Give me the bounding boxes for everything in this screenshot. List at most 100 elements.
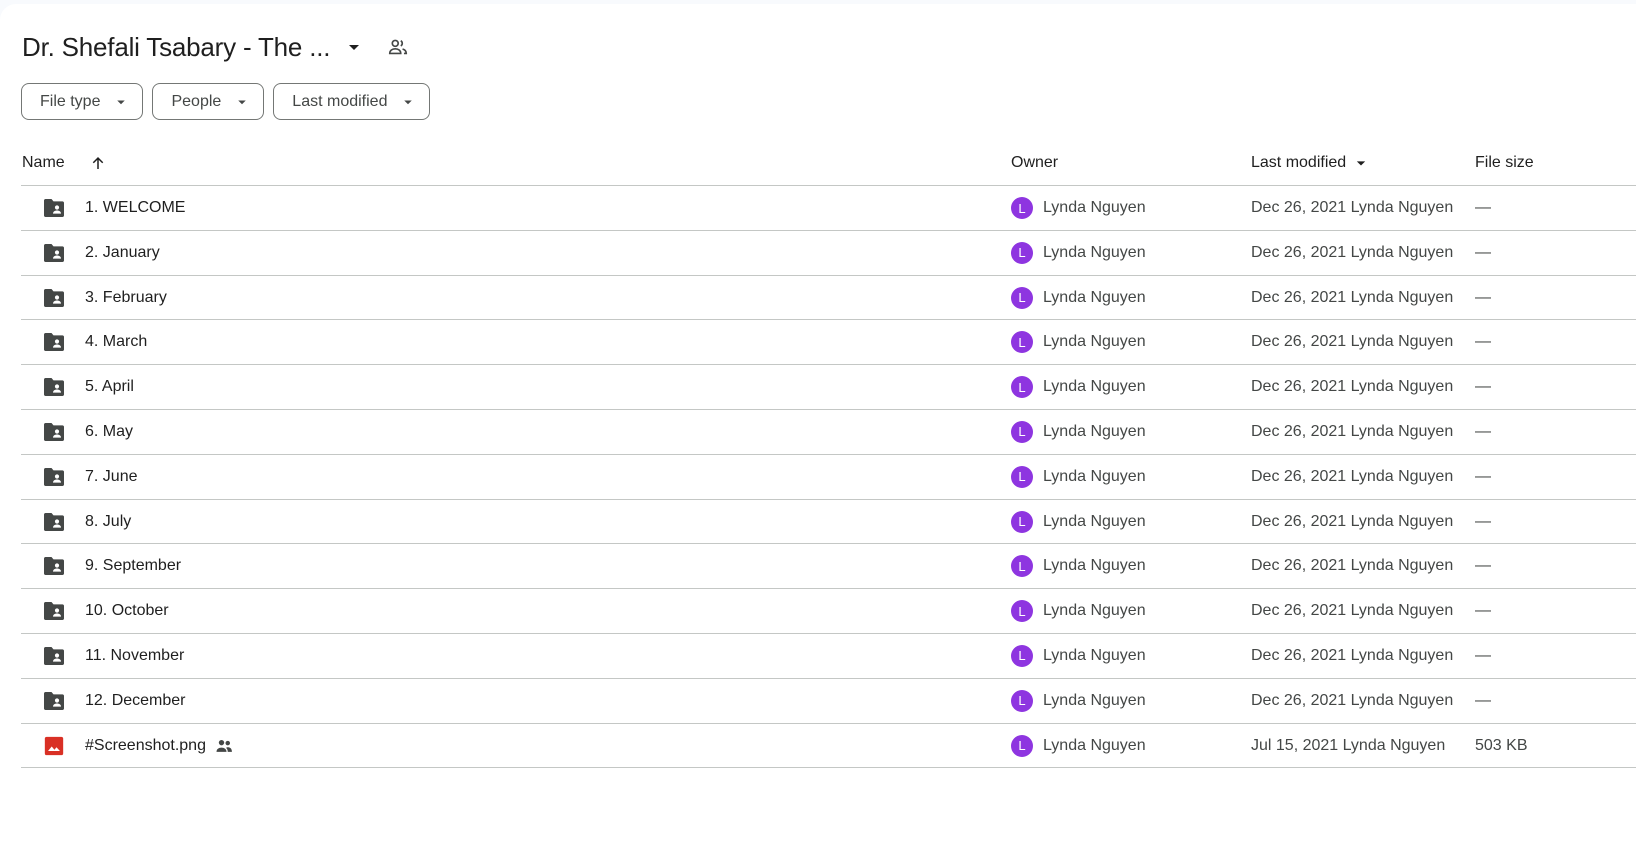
shared-folder-icon — [41, 365, 67, 409]
file-size-cell: — — [1475, 557, 1491, 575]
file-type-filter[interactable]: File type — [21, 83, 144, 120]
last-modified-cell: Dec 26, 2021 Lynda Nguyen — [1251, 467, 1454, 485]
file-name-cell: 11. November — [85, 634, 184, 678]
owner-cell: L Lynda Nguyen — [1011, 410, 1146, 454]
file-row[interactable]: 4. March L Lynda Nguyen Dec 26, 2021 Lyn… — [21, 320, 1636, 366]
file-name-cell: 3. February — [85, 276, 167, 320]
file-browser-panel: Dr. Shefali Tsabary - The ... File type … — [0, 4, 1636, 859]
file-row[interactable]: 11. November L Lynda Nguyen Dec 26, 2021… — [21, 634, 1636, 679]
owner-cell: L Lynda Nguyen — [1011, 276, 1146, 320]
shared-folder-icon — [41, 544, 67, 588]
file-name-cell: 5. April — [85, 365, 134, 409]
shared-folder-icon — [41, 589, 67, 633]
file-name-cell: 8. July — [85, 500, 131, 544]
file-row[interactable]: 3. February L Lynda Nguyen Dec 26, 2021 … — [21, 276, 1636, 321]
last-modified-filter[interactable]: Last modified — [273, 83, 431, 120]
avatar: L — [1011, 197, 1033, 219]
arrow-drop-down-icon — [399, 93, 417, 111]
avatar: L — [1011, 331, 1033, 354]
file-name: 9. September — [85, 557, 182, 575]
owner-name: Lynda Nguyen — [1043, 691, 1146, 709]
file-name: 2. January — [85, 243, 160, 261]
file-name-cell: 2. January — [85, 231, 160, 275]
owner-name: Lynda Nguyen — [1043, 288, 1146, 306]
arrow-drop-down-icon[interactable] — [342, 35, 366, 59]
owner-name: Lynda Nguyen — [1043, 646, 1146, 664]
owner-cell: L Lynda Nguyen — [1011, 679, 1146, 723]
file-name: 4. March — [85, 333, 148, 351]
arrow-drop-down-icon — [233, 93, 251, 111]
avatar: L — [1011, 510, 1033, 533]
owner-name: Lynda Nguyen — [1043, 378, 1146, 396]
owner-name: Lynda Nguyen — [1043, 243, 1146, 261]
file-size-cell: — — [1475, 691, 1491, 709]
file-size-cell: — — [1475, 288, 1491, 306]
shared-folder-icon — [41, 320, 67, 364]
last-modified-header-label: Last modified — [1251, 154, 1347, 171]
file-name-cell: 10. October — [85, 589, 169, 633]
avatar: L — [1011, 734, 1033, 757]
file-size-cell: — — [1475, 422, 1491, 440]
shared-people-icon[interactable] — [386, 35, 410, 59]
file-name-cell: 4. March — [85, 320, 147, 364]
owner-name: Lynda Nguyen — [1043, 333, 1146, 351]
owner-name: Lynda Nguyen — [1043, 467, 1146, 485]
people-filter[interactable]: People — [152, 83, 265, 120]
file-row[interactable]: 10. October L Lynda Nguyen Dec 26, 2021 … — [21, 589, 1636, 634]
file-name-cell: 6. May — [85, 410, 133, 454]
last-modified-cell: Dec 26, 2021 Lynda Nguyen — [1251, 646, 1454, 664]
file-row[interactable]: 7. June L Lynda Nguyen Dec 26, 2021 Lynd… — [21, 455, 1636, 500]
file-size-cell: — — [1475, 243, 1491, 261]
file-row[interactable]: 1. WELCOME L Lynda Nguyen Dec 26, 2021 L… — [21, 186, 1636, 231]
arrow-drop-down-icon — [112, 93, 130, 111]
avatar: L — [1011, 286, 1033, 309]
avatar: L — [1011, 241, 1033, 264]
last-modified-cell: Dec 26, 2021 Lynda Nguyen — [1251, 378, 1454, 396]
owner-cell: L Lynda Nguyen — [1011, 500, 1146, 544]
shared-folder-icon — [41, 455, 67, 499]
file-name: 7. June — [85, 467, 138, 485]
owner-cell: L Lynda Nguyen — [1011, 634, 1146, 678]
avatar: L — [1011, 689, 1033, 712]
sort-ascending-arrow-icon[interactable] — [87, 140, 109, 186]
owner-name: Lynda Nguyen — [1043, 512, 1146, 530]
shared-people-icon — [214, 736, 234, 756]
owner-cell: L Lynda Nguyen — [1011, 365, 1146, 409]
owner-cell: L Lynda Nguyen — [1011, 455, 1146, 499]
avatar: L — [1011, 555, 1033, 578]
last-modified-column-header[interactable]: Last modified — [1251, 140, 1371, 186]
file-size-cell: — — [1475, 199, 1491, 216]
file-row[interactable]: 8. July L Lynda Nguyen Dec 26, 2021 Lynd… — [21, 500, 1636, 545]
last-modified-cell: Dec 26, 2021 Lynda Nguyen — [1251, 602, 1454, 620]
file-row[interactable]: 9. September L Lynda Nguyen Dec 26, 2021… — [21, 544, 1636, 590]
file-row[interactable]: 2. January L Lynda Nguyen Dec 26, 2021 L… — [21, 231, 1636, 276]
last-modified-cell: Dec 26, 2021 Lynda Nguyen — [1251, 512, 1454, 530]
file-row[interactable]: 12. December L Lynda Nguyen Dec 26, 2021… — [21, 679, 1636, 724]
shared-folder-icon — [41, 410, 67, 454]
file-row[interactable]: 5. April L Lynda Nguyen Dec 26, 2021 Lyn… — [21, 365, 1636, 410]
owner-cell: L Lynda Nguyen — [1011, 186, 1146, 230]
owner-column-header[interactable]: Owner — [1011, 140, 1058, 186]
avatar: L — [1011, 465, 1033, 488]
avatar: L — [1011, 600, 1033, 623]
file-name-cell: 9. September — [85, 544, 181, 588]
name-column-header[interactable]: Name — [22, 140, 65, 186]
shared-folder-icon — [41, 276, 67, 320]
folder-title[interactable]: Dr. Shefali Tsabary - The ... — [22, 32, 330, 63]
owner-cell: L Lynda Nguyen — [1011, 544, 1146, 588]
file-row[interactable]: 6. May L Lynda Nguyen Dec 26, 2021 Lynda… — [21, 410, 1636, 455]
last-modified-cell: Dec 26, 2021 Lynda Nguyen — [1251, 422, 1454, 440]
filter-chips: File type People Last modified — [21, 83, 431, 120]
shared-folder-icon — [41, 634, 67, 678]
file-name: #Screenshot.png — [85, 736, 206, 754]
file-name-cell: 12. December — [85, 679, 186, 723]
last-modified-cell: Dec 26, 2021 Lynda Nguyen — [1251, 199, 1454, 216]
file-size-column-header[interactable]: File size — [1475, 140, 1534, 186]
shared-folder-icon — [41, 231, 67, 275]
avatar: L — [1011, 420, 1033, 443]
file-list-header: Name Owner Last modified File size — [21, 140, 1636, 186]
file-name: 8. July — [85, 512, 132, 530]
file-size-cell: — — [1475, 333, 1491, 351]
shared-folder-icon — [41, 679, 67, 723]
file-row[interactable]: #Screenshot.png L Lynda Nguyen Jul 15, 2… — [21, 724, 1636, 769]
